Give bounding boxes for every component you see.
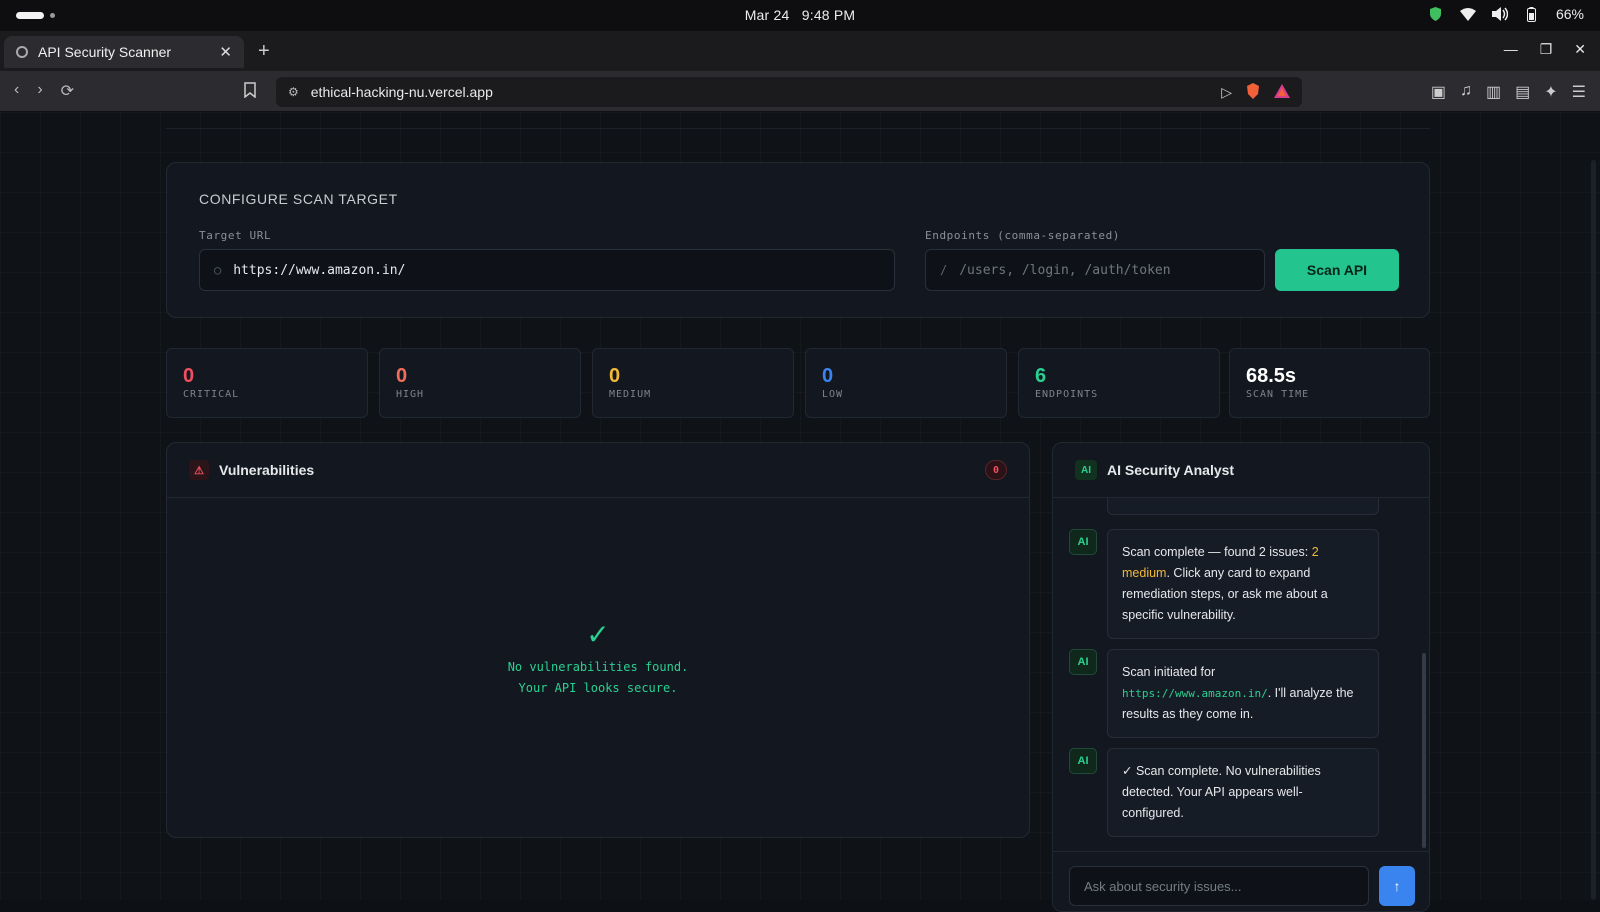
chat-bubble: Scan complete — found 2 issues: 2 medium… <box>1107 529 1379 639</box>
rewards-icon[interactable] <box>1274 83 1290 101</box>
reload-icon[interactable]: ⟳ <box>61 81 74 101</box>
stat-value: 0 <box>609 365 621 387</box>
stat-endpoints: 6 ENDPOINTS <box>1018 348 1220 418</box>
target-url-input[interactable]: ○ https://www.amazon.in/ <box>199 249 895 291</box>
clock[interactable]: Mar 24 9:48 PM <box>0 7 1600 23</box>
volume-icon[interactable] <box>1491 6 1508 22</box>
empty-message-line1: No vulnerabilities found. <box>507 660 689 674</box>
bookmark-icon[interactable] <box>244 82 256 103</box>
stat-label: MEDIUM <box>609 389 652 400</box>
scan-api-button[interactable]: Scan API <box>1275 249 1399 291</box>
ai-avatar: AI <box>1069 649 1097 675</box>
target-url-value: https://www.amazon.in/ <box>233 262 406 278</box>
new-tab-button[interactable]: + <box>258 40 270 63</box>
tab-title: API Security Scanner <box>38 44 172 60</box>
slash-icon: / <box>940 263 948 277</box>
stat-value: 6 <box>1035 365 1047 387</box>
leo-ai-icon[interactable]: ✦ <box>1544 82 1557 102</box>
ai-icon: AI <box>1075 460 1097 480</box>
page-scrollbar[interactable] <box>1591 160 1596 900</box>
vulnerabilities-header: ⚠ Vulnerabilities 0 <box>167 443 1029 498</box>
os-top-bar: Mar 24 9:48 PM 66% <box>0 0 1600 31</box>
shield-icon[interactable] <box>1428 6 1444 22</box>
media-icon[interactable]: ♫ <box>1460 82 1472 102</box>
stat-label: CRITICAL <box>183 389 240 400</box>
stat-label: LOW <box>822 389 844 400</box>
chat-bubble: ✓ Scan complete. No vulnerabilities dete… <box>1107 748 1379 837</box>
stat-high: 0 HIGH <box>379 348 581 418</box>
scan-url-code: https://www.amazon.in/ <box>1122 687 1268 700</box>
stat-medium: 0 MEDIUM <box>592 348 794 418</box>
forward-icon[interactable]: › <box>37 81 42 101</box>
stat-label: SCAN TIME <box>1246 389 1310 400</box>
chat-message: AI Scan initiated for https://www.amazon… <box>1069 649 1379 738</box>
vulnerabilities-panel: ⚠ Vulnerabilities 0 ✓ No vulnerabilities… <box>166 442 1030 838</box>
globe-icon <box>16 46 28 58</box>
empty-message-line2: Your API looks secure. <box>518 681 678 695</box>
globe-icon: ○ <box>214 263 222 277</box>
ai-avatar: AI <box>1069 529 1097 555</box>
browser-tab[interactable]: API Security Scanner ✕ <box>4 36 244 68</box>
ai-analyst-title: AI Security Analyst <box>1107 462 1235 478</box>
endpoints-placeholder: /users, /login, /auth/token <box>959 262 1171 278</box>
checkmark-icon: ✓ <box>586 619 610 650</box>
battery-percent: 66% <box>1555 6 1584 22</box>
target-url-label: Target URL <box>199 229 272 242</box>
stat-scan-time: 68.5s SCAN TIME <box>1229 348 1430 418</box>
ai-analyst-header: AI AI Security Analyst <box>1053 443 1429 498</box>
endpoints-input[interactable]: / /users, /login, /auth/token <box>925 249 1265 291</box>
page-content: CONFIGURE SCAN TARGET Target URL ○ https… <box>0 112 1600 912</box>
config-heading: CONFIGURE SCAN TARGET <box>199 191 398 207</box>
wifi-icon[interactable] <box>1459 6 1476 22</box>
empty-state: ✓ No vulnerabilities found. Your API loo… <box>167 618 1029 699</box>
tab-strip: API Security Scanner ✕ + — ❐ ✕ <box>0 31 1600 71</box>
back-icon[interactable]: ‹ <box>14 81 19 101</box>
minimize-icon[interactable]: — <box>1504 41 1518 58</box>
warning-icon: ⚠ <box>189 460 209 480</box>
chat-input-bar: Ask about security issues... ↑ <box>1053 851 1429 911</box>
chat-bubble: Scan initiated for https://www.amazon.in… <box>1107 649 1379 738</box>
close-tab-icon[interactable]: ✕ <box>219 43 232 61</box>
send-button[interactable]: ↑ <box>1379 866 1415 906</box>
stat-value: 68.5s <box>1246 365 1297 387</box>
close-window-icon[interactable]: ✕ <box>1574 41 1586 58</box>
battery-icon[interactable] <box>1524 6 1540 22</box>
stat-value: 0 <box>822 365 834 387</box>
endpoints-label: Endpoints (comma-separated) <box>925 229 1121 242</box>
menu-icon[interactable]: ☰ <box>1572 82 1586 102</box>
address-bar[interactable]: ⚙ ethical-hacking-nu.vercel.app ▷ <box>276 77 1302 107</box>
stat-value: 0 <box>396 365 408 387</box>
sidebar-icon[interactable]: ▥ <box>1486 82 1501 102</box>
restore-icon[interactable]: ❐ <box>1540 41 1553 58</box>
chat-message: AI ✓ Scan complete. No vulnerabilities d… <box>1069 748 1379 837</box>
stat-label: ENDPOINTS <box>1035 389 1099 400</box>
send-icon[interactable]: ▷ <box>1221 84 1232 101</box>
chat-message: AI Scan complete — found 2 issues: 2 med… <box>1069 529 1379 639</box>
wallet-icon[interactable]: ▤ <box>1515 82 1530 102</box>
site-settings-icon[interactable]: ⚙ <box>288 85 299 99</box>
scan-config-card: CONFIGURE SCAN TARGET Target URL ○ https… <box>166 162 1430 318</box>
chat-scrollbar[interactable] <box>1422 653 1426 848</box>
ai-analyst-panel: AI AI Security Analyst AI Scan complete … <box>1052 442 1430 912</box>
vulnerabilities-title: Vulnerabilities <box>219 462 315 478</box>
divider <box>166 128 1430 129</box>
stat-value: 0 <box>183 365 195 387</box>
stat-label: HIGH <box>396 389 425 400</box>
chat-input[interactable]: Ask about security issues... <box>1069 866 1369 906</box>
brave-shield-icon[interactable] <box>1246 82 1260 102</box>
vulnerability-count-badge: 0 <box>985 460 1007 480</box>
stat-critical: 0 CRITICAL <box>166 348 368 418</box>
url-text[interactable]: ethical-hacking-nu.vercel.app <box>311 84 493 100</box>
stat-low: 0 LOW <box>805 348 1007 418</box>
browser-toolbar: ‹ › ⟳ ⚙ ethical-hacking-nu.vercel.app ▷ … <box>0 71 1600 112</box>
ai-avatar: AI <box>1069 748 1097 774</box>
reader-mode-icon[interactable]: ▣ <box>1431 82 1446 102</box>
